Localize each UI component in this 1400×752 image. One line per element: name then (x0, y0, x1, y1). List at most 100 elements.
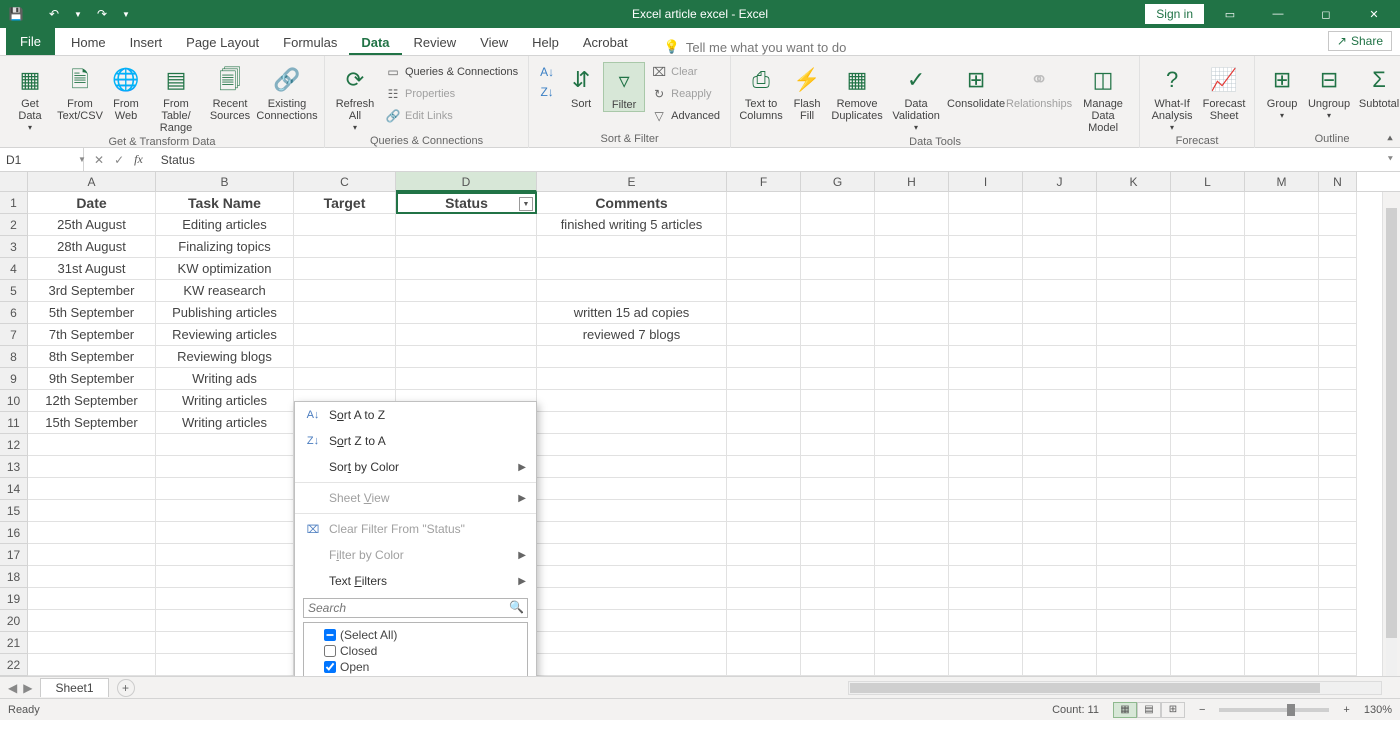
cell-I3[interactable] (949, 236, 1023, 258)
what-if-button[interactable]: ?What-If Analysis▾ (1146, 62, 1198, 133)
cell-L9[interactable] (1171, 368, 1245, 390)
share-button[interactable]: ↗ Share (1328, 31, 1392, 51)
cell-F13[interactable] (727, 456, 801, 478)
cell-C8[interactable] (294, 346, 396, 368)
cell-L3[interactable] (1171, 236, 1245, 258)
cell-G22[interactable] (801, 654, 875, 676)
row-header[interactable]: 21 (0, 632, 28, 654)
cell-A1[interactable]: Date (28, 192, 156, 214)
cell-J11[interactable] (1023, 412, 1097, 434)
cell-B14[interactable] (156, 478, 294, 500)
cell-G7[interactable] (801, 324, 875, 346)
select-all-corner[interactable] (0, 172, 28, 191)
advanced-filter-button[interactable]: ▽Advanced (647, 106, 724, 126)
cell-K5[interactable] (1097, 280, 1171, 302)
cell-L11[interactable] (1171, 412, 1245, 434)
cell-F1[interactable] (727, 192, 801, 214)
cell-F6[interactable] (727, 302, 801, 324)
from-text-csv-button[interactable]: 🗎From Text/CSV (56, 62, 104, 122)
cell-A13[interactable] (28, 456, 156, 478)
cell-N16[interactable] (1319, 522, 1357, 544)
cell-C7[interactable] (294, 324, 396, 346)
cell-F21[interactable] (727, 632, 801, 654)
cell-M11[interactable] (1245, 412, 1319, 434)
cell-A8[interactable]: 8th September (28, 346, 156, 368)
cell-N4[interactable] (1319, 258, 1357, 280)
cell-H18[interactable] (875, 566, 949, 588)
row-header[interactable]: 11 (0, 412, 28, 434)
reapply-button[interactable]: ↻Reapply (647, 84, 724, 104)
tab-home[interactable]: Home (59, 29, 118, 55)
row-header[interactable]: 9 (0, 368, 28, 390)
cell-H12[interactable] (875, 434, 949, 456)
cell-N5[interactable] (1319, 280, 1357, 302)
cell-A3[interactable]: 28th August (28, 236, 156, 258)
cell-M13[interactable] (1245, 456, 1319, 478)
cell-J20[interactable] (1023, 610, 1097, 632)
cell-N9[interactable] (1319, 368, 1357, 390)
cell-K14[interactable] (1097, 478, 1171, 500)
cell-E10[interactable] (537, 390, 727, 412)
cell-K22[interactable] (1097, 654, 1171, 676)
cell-M1[interactable] (1245, 192, 1319, 214)
cell-I22[interactable] (949, 654, 1023, 676)
cell-N3[interactable] (1319, 236, 1357, 258)
cell-M16[interactable] (1245, 522, 1319, 544)
cell-B11[interactable]: Writing articles (156, 412, 294, 434)
cell-N19[interactable] (1319, 588, 1357, 610)
cell-F8[interactable] (727, 346, 801, 368)
col-header-j[interactable]: J (1023, 172, 1097, 191)
cell-F7[interactable] (727, 324, 801, 346)
cell-M21[interactable] (1245, 632, 1319, 654)
cell-A18[interactable] (28, 566, 156, 588)
col-header-a[interactable]: A (28, 172, 156, 191)
cell-E9[interactable] (537, 368, 727, 390)
cell-L10[interactable] (1171, 390, 1245, 412)
cancel-formula-icon[interactable]: ✕ (94, 153, 104, 167)
cell-F2[interactable] (727, 214, 801, 236)
sort-za-button[interactable]: Z↓ (535, 82, 559, 102)
cell-J22[interactable] (1023, 654, 1097, 676)
cell-E2[interactable]: finished writing 5 articles (537, 214, 727, 236)
cell-E19[interactable] (537, 588, 727, 610)
cell-B5[interactable]: KW reasearch (156, 280, 294, 302)
cell-J3[interactable] (1023, 236, 1097, 258)
cell-F4[interactable] (727, 258, 801, 280)
cell-M17[interactable] (1245, 544, 1319, 566)
tab-view[interactable]: View (468, 29, 520, 55)
cell-C2[interactable] (294, 214, 396, 236)
cell-M4[interactable] (1245, 258, 1319, 280)
refresh-all-button[interactable]: ⟳Refresh All▾ (331, 62, 379, 133)
cell-B10[interactable]: Writing articles (156, 390, 294, 412)
cell-D9[interactable] (396, 368, 537, 390)
row-header[interactable]: 18 (0, 566, 28, 588)
cell-C1[interactable]: Target (294, 192, 396, 214)
cell-A21[interactable] (28, 632, 156, 654)
row-header[interactable]: 10 (0, 390, 28, 412)
cell-L15[interactable] (1171, 500, 1245, 522)
cell-G18[interactable] (801, 566, 875, 588)
cell-K18[interactable] (1097, 566, 1171, 588)
relationships-button[interactable]: ⚭Relationships (1007, 62, 1071, 110)
cell-J12[interactable] (1023, 434, 1097, 456)
cell-B21[interactable] (156, 632, 294, 654)
sort-button[interactable]: ⇵Sort (561, 62, 601, 110)
cell-J8[interactable] (1023, 346, 1097, 368)
minimize-icon[interactable]: ― (1256, 0, 1300, 28)
cell-F3[interactable] (727, 236, 801, 258)
row-header[interactable]: 13 (0, 456, 28, 478)
cell-I10[interactable] (949, 390, 1023, 412)
row-header[interactable]: 7 (0, 324, 28, 346)
col-header-c[interactable]: C (294, 172, 396, 191)
cell-E22[interactable] (537, 654, 727, 676)
row-header[interactable]: 2 (0, 214, 28, 236)
filter-checkbox[interactable] (324, 629, 336, 641)
cell-L7[interactable] (1171, 324, 1245, 346)
cell-L2[interactable] (1171, 214, 1245, 236)
hscroll-thumb[interactable] (850, 683, 1320, 693)
existing-connections-button[interactable]: 🔗Existing Connections (256, 62, 318, 122)
cell-L13[interactable] (1171, 456, 1245, 478)
add-sheet-button[interactable]: + (117, 679, 135, 697)
cell-F11[interactable] (727, 412, 801, 434)
cell-H6[interactable] (875, 302, 949, 324)
